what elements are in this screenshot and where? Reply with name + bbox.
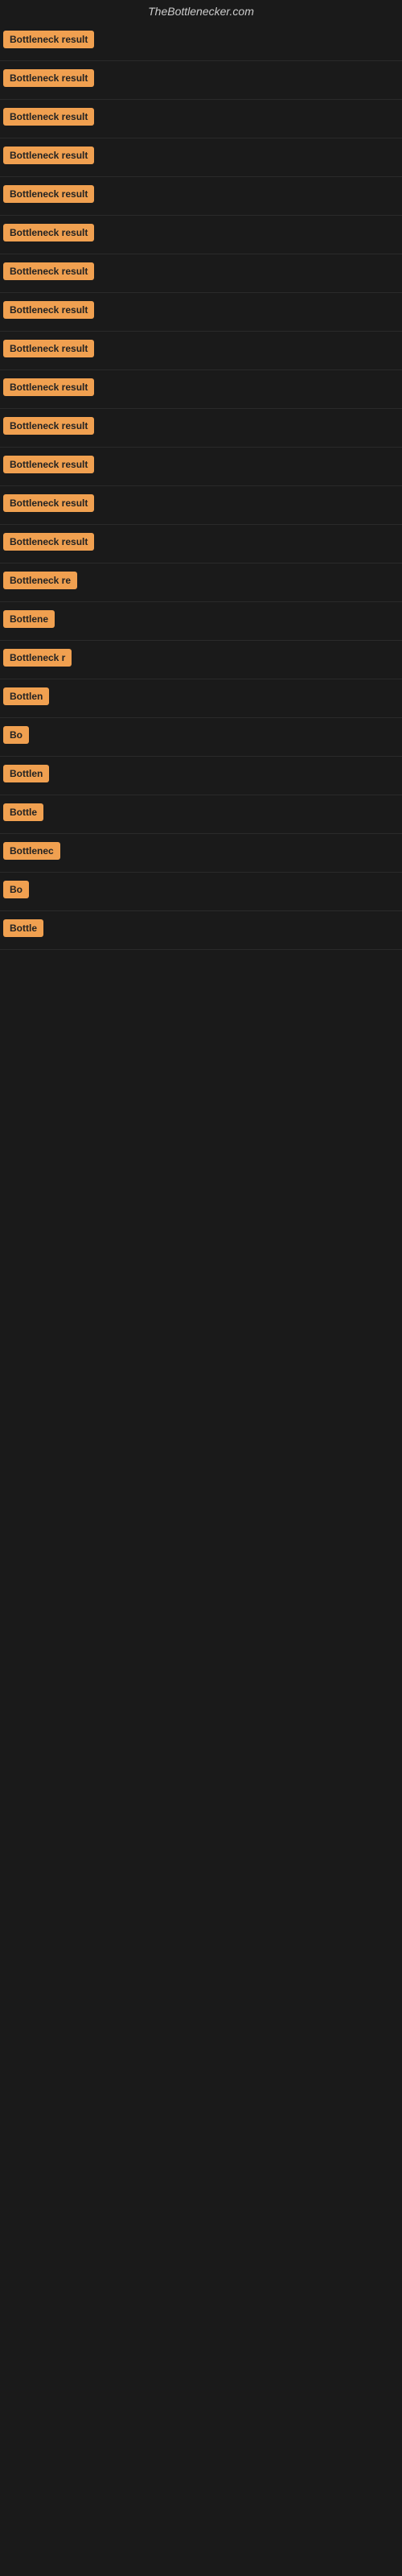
result-row-9: Bottleneck result (0, 332, 402, 370)
result-row-11: Bottleneck result (0, 409, 402, 448)
bottleneck-badge-10[interactable]: Bottleneck result (3, 378, 94, 396)
result-row-13: Bottleneck result (0, 486, 402, 525)
bottleneck-badge-5[interactable]: Bottleneck result (3, 185, 94, 203)
bottleneck-badge-3[interactable]: Bottleneck result (3, 108, 94, 126)
result-row-14: Bottleneck result (0, 525, 402, 564)
result-row-4: Bottleneck result (0, 138, 402, 177)
result-row-7: Bottleneck result (0, 254, 402, 293)
bottleneck-badge-8[interactable]: Bottleneck result (3, 301, 94, 319)
result-row-22: Bottlenec (0, 834, 402, 873)
bottleneck-badge-16[interactable]: Bottlene (3, 610, 55, 628)
result-row-5: Bottleneck result (0, 177, 402, 216)
bottleneck-badge-20[interactable]: Bottlen (3, 765, 49, 782)
bottleneck-badge-18[interactable]: Bottlen (3, 687, 49, 705)
result-row-6: Bottleneck result (0, 216, 402, 254)
result-row-18: Bottlen (0, 679, 402, 718)
site-title-container: TheBottlenecker.com (0, 0, 402, 23)
bottleneck-badge-21[interactable]: Bottle (3, 803, 43, 821)
result-row-21: Bottle (0, 795, 402, 834)
bottleneck-badge-2[interactable]: Bottleneck result (3, 69, 94, 87)
bottleneck-badge-14[interactable]: Bottleneck result (3, 533, 94, 551)
bottleneck-badge-1[interactable]: Bottleneck result (3, 31, 94, 48)
bottleneck-badge-9[interactable]: Bottleneck result (3, 340, 94, 357)
result-row-17: Bottleneck r (0, 641, 402, 679)
result-row-1: Bottleneck result (0, 23, 402, 61)
result-row-20: Bottlen (0, 757, 402, 795)
bottleneck-badge-22[interactable]: Bottlenec (3, 842, 60, 860)
bottleneck-badge-23[interactable]: Bo (3, 881, 29, 898)
result-row-3: Bottleneck result (0, 100, 402, 138)
bottleneck-badge-6[interactable]: Bottleneck result (3, 224, 94, 242)
bottleneck-badge-12[interactable]: Bottleneck result (3, 456, 94, 473)
bottleneck-badge-7[interactable]: Bottleneck result (3, 262, 94, 280)
result-row-8: Bottleneck result (0, 293, 402, 332)
result-row-23: Bo (0, 873, 402, 911)
result-row-19: Bo (0, 718, 402, 757)
bottleneck-badge-19[interactable]: Bo (3, 726, 29, 744)
results-list: Bottleneck result Bottleneck result Bottle… (0, 23, 402, 950)
bottleneck-badge-4[interactable]: Bottleneck result (3, 147, 94, 164)
bottleneck-badge-15[interactable]: Bottleneck re (3, 572, 77, 589)
result-row-24: Bottle (0, 911, 402, 950)
result-row-12: Bottleneck result (0, 448, 402, 486)
result-row-15: Bottleneck re (0, 564, 402, 602)
bottleneck-badge-11[interactable]: Bottleneck result (3, 417, 94, 435)
bottleneck-badge-24[interactable]: Bottle (3, 919, 43, 937)
bottleneck-badge-17[interactable]: Bottleneck r (3, 649, 72, 667)
result-row-16: Bottlene (0, 602, 402, 641)
site-title: TheBottlenecker.com (0, 0, 402, 23)
bottleneck-badge-13[interactable]: Bottleneck result (3, 494, 94, 512)
result-row-10: Bottleneck result (0, 370, 402, 409)
result-row-2: Bottleneck result (0, 61, 402, 100)
